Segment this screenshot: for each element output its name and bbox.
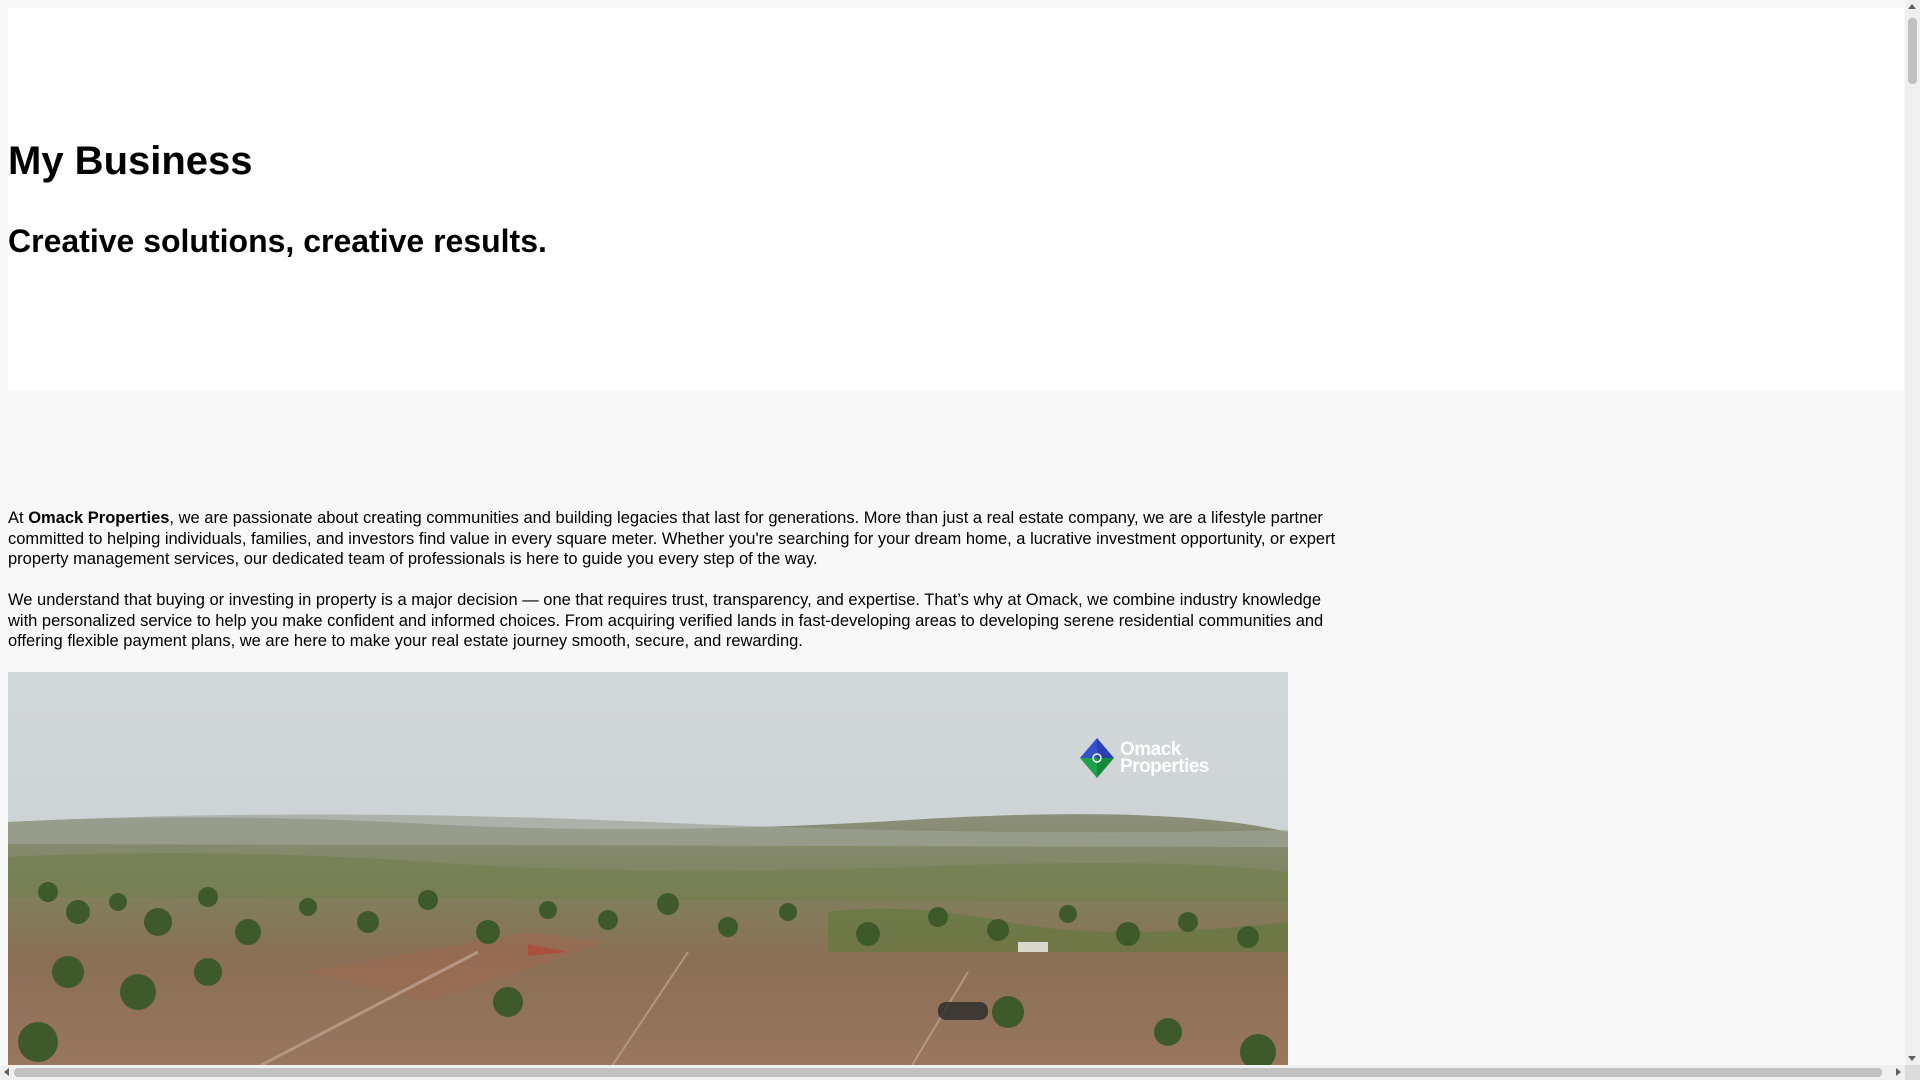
scroll-up-arrow-icon[interactable]	[1908, 4, 1916, 9]
vertical-scrollbar-thumb[interactable]	[1908, 18, 1917, 84]
company-logo: Omack Properties	[1078, 736, 1240, 780]
about-intro-prefix: At	[8, 509, 29, 527]
scroll-down-arrow-icon[interactable]	[1908, 1056, 1916, 1061]
site-title: My Business	[8, 139, 253, 183]
about-section: At Omack Properties, we are passionate a…	[8, 508, 1338, 672]
page: My Business Creative solutions, creative…	[8, 8, 1904, 1068]
horizontal-scrollbar-thumb[interactable]	[14, 1068, 1882, 1077]
company-name: Omack Properties	[28, 509, 170, 527]
scrollbar-corner	[1905, 1065, 1920, 1080]
about-intro-text: , we are passionate about creating commu…	[8, 509, 1336, 568]
site-tagline: Creative solutions, creative results.	[8, 223, 547, 259]
about-paragraph-2: We understand that buying or investing i…	[8, 591, 1324, 650]
about-paragraph-1: At Omack Properties, we are passionate a…	[8, 508, 1338, 570]
site-header: My Business Creative solutions, creative…	[8, 8, 1904, 391]
estate-aerial-photo: Omack Properties	[8, 672, 1288, 1068]
logo-text: Omack Properties	[1120, 739, 1209, 777]
aerial-landscape-image	[8, 672, 1288, 1068]
scroll-right-arrow-icon[interactable]	[1896, 1068, 1901, 1076]
horizontal-scrollbar[interactable]	[0, 1065, 1905, 1080]
logo-diamond-icon	[1080, 738, 1114, 778]
scroll-left-arrow-icon[interactable]	[4, 1068, 9, 1076]
vertical-scrollbar[interactable]	[1905, 0, 1920, 1065]
